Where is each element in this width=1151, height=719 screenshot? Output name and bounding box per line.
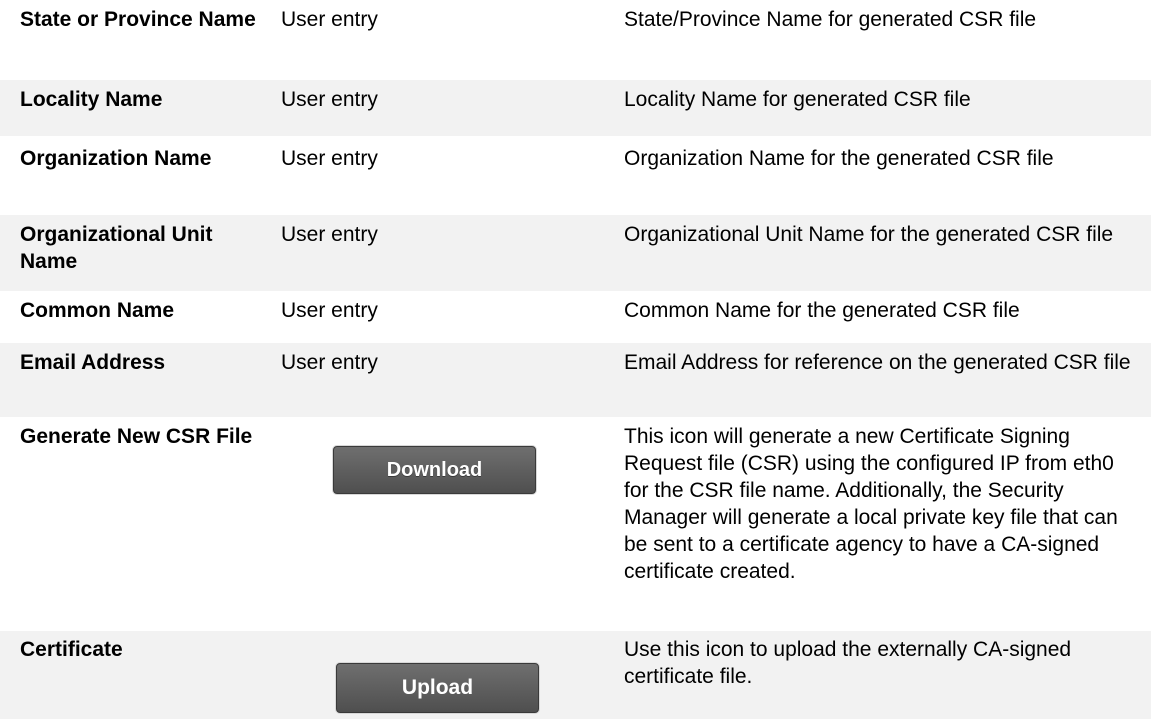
field-description: This icon will generate a new Certificat… [624,425,1118,583]
field-name: Generate New CSR File [20,425,253,448]
field-description: State/Province Name for generated CSR fi… [624,8,1037,31]
field-setting: User entry [281,351,378,374]
upload-button[interactable]: Upload [336,663,539,713]
field-name: Common Name [20,299,175,322]
table-row-state: State or Province Name User entry State/… [0,0,1151,76]
field-name: Certificate [20,638,123,661]
field-description: Email Address for reference on the gener… [624,351,1131,374]
field-description: Common Name for the generated CSR file [624,299,1020,322]
field-setting: User entry [281,223,378,246]
field-name: State or Province Name [20,8,256,31]
table-row-org-unit: Organizational Unit Name User entry Orga… [0,215,1151,291]
field-setting: User entry [281,299,378,322]
table-row-organization: Organization Name User entry Organizatio… [0,139,1151,217]
field-description: Locality Name for generated CSR file [624,88,971,111]
field-description: Organizational Unit Name for the generat… [624,223,1114,246]
field-name: Organization Name [20,147,212,170]
table-row-generate-csr: Generate New CSR File Download This icon… [0,417,1151,631]
table-row-email: Email Address User entry Email Address f… [0,343,1151,417]
table-row-common-name: Common Name User entry Common Name for t… [0,291,1151,339]
field-setting: User entry [281,88,378,111]
field-name: Locality Name [20,88,163,111]
field-name: Organizational Unit Name [20,223,213,273]
table-row-certificate: Certificate Upload Use this icon to uplo… [0,631,1151,719]
field-description: Organization Name for the generated CSR … [624,147,1054,170]
download-button[interactable]: Download [333,446,536,494]
field-name: Email Address [20,351,166,374]
field-description: Use this icon to upload the externally C… [624,638,1072,688]
table-row-locality: Locality Name User entry Locality Name f… [0,80,1151,136]
field-setting: User entry [281,147,378,170]
field-setting: User entry [281,8,378,31]
